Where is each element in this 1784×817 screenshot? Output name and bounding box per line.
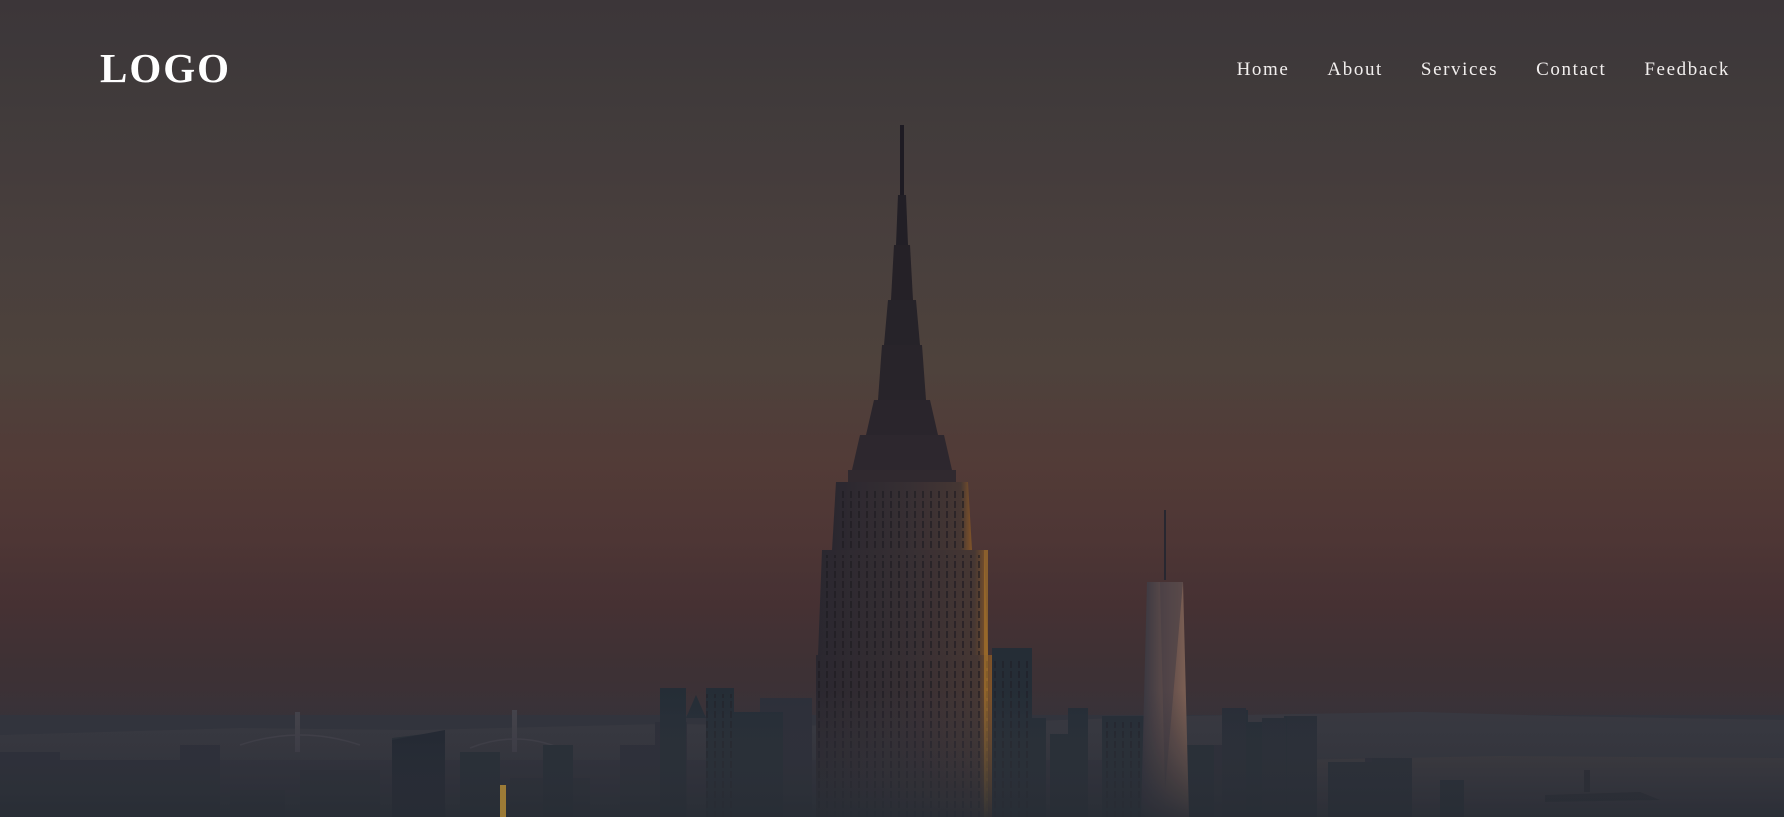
site-header: LOGO Home About Services Contact Feedbac… xyxy=(0,0,1784,150)
nav-link-contact[interactable]: Contact xyxy=(1536,59,1606,80)
nav-item-contact: Contact xyxy=(1536,60,1606,80)
main-nav: Home About Services Contact Feedback xyxy=(1199,60,1730,80)
nav-item-home: Home xyxy=(1237,60,1290,80)
nav-item-about: About xyxy=(1327,60,1383,80)
nav-link-feedback[interactable]: Feedback xyxy=(1644,59,1730,80)
logo-link[interactable]: LOGO xyxy=(100,48,231,89)
nav-link-about[interactable]: About xyxy=(1327,59,1383,80)
hero-section: LOGO Home About Services Contact Feedbac… xyxy=(0,0,1784,817)
nav-link-services[interactable]: Services xyxy=(1421,59,1498,80)
nav-link-home[interactable]: Home xyxy=(1237,59,1290,80)
nav-item-feedback: Feedback xyxy=(1644,60,1730,80)
nav-item-services: Services xyxy=(1421,60,1498,80)
